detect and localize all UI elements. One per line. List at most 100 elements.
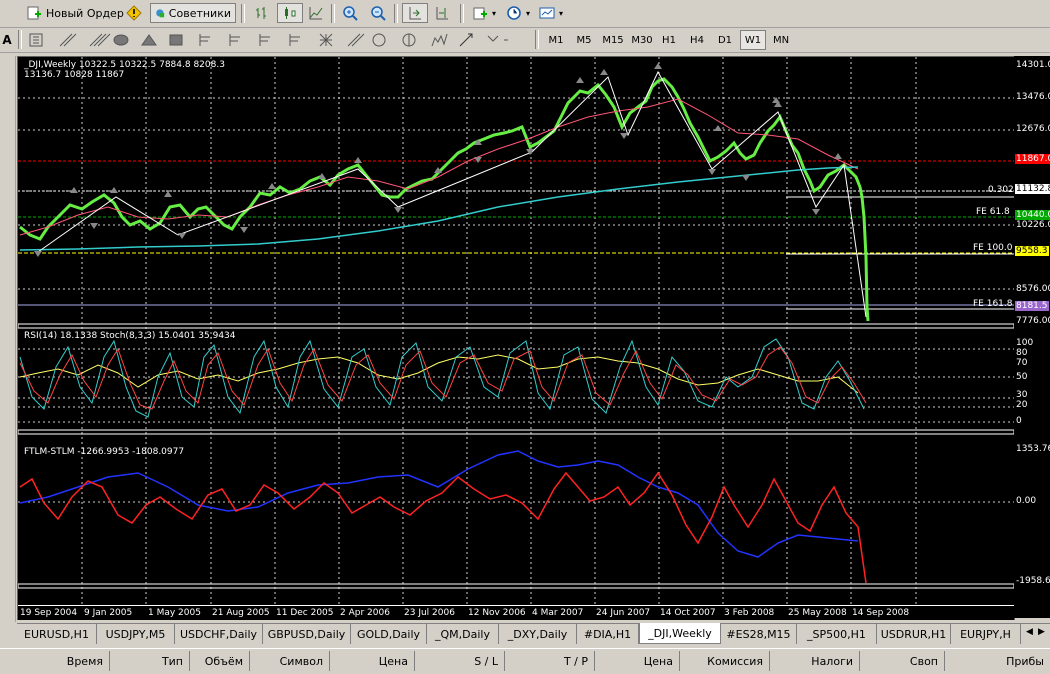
toolbar-separator — [331, 4, 335, 23]
col-taxes[interactable]: Налоги — [770, 651, 860, 671]
timeframe-m30[interactable]: M30 — [628, 30, 656, 50]
zoom-in-button[interactable] — [338, 3, 362, 23]
date-label: 21 Aug 2005 — [212, 608, 270, 618]
price-label: 7776.00 — [1016, 316, 1050, 326]
col-type[interactable]: Тип — [110, 651, 190, 671]
date-label: 14 Oct 2007 — [660, 608, 716, 618]
ftlm-header: FTLM-STLM -1266.9953 -1808.0977 — [24, 447, 185, 457]
fractal-markers — [34, 63, 842, 257]
line-chart-button[interactable] — [304, 3, 328, 23]
toolbar-separator — [394, 4, 398, 23]
autoscroll-button[interactable] — [402, 3, 428, 23]
tab-gbpusd-daily[interactable]: GBPUSD,Daily — [263, 624, 351, 644]
candles-icon — [285, 7, 296, 19]
tab-gold-daily[interactable]: GOLD,Daily — [351, 624, 427, 644]
timeframe-m15[interactable]: M15 — [599, 30, 627, 50]
col-tp[interactable]: T / P — [505, 651, 595, 671]
price-label: 10226.00 — [1016, 220, 1050, 230]
date-label: 3 Feb 2008 — [724, 608, 775, 618]
timeframe-w1[interactable]: W1 — [740, 30, 766, 50]
alert-icon — [126, 5, 142, 21]
fib-label-fe1618: FE 161.8 — [973, 299, 1013, 309]
indicators-icon — [473, 7, 487, 20]
timeframe-h1[interactable]: H1 — [656, 30, 682, 50]
tab-usdjpy-m5[interactable]: USDJPY,M5 — [97, 624, 175, 644]
new-order-button[interactable]: Новый Ордер — [22, 3, 128, 23]
panel-separator-2 — [18, 429, 1014, 435]
rsi-stoch-header: RSI(14) 18.1338 Stoch(8,3,3) 15.0401 35.… — [24, 331, 236, 341]
new-order-label: Новый Ордер — [46, 6, 124, 20]
timeframe-m5[interactable]: M5 — [571, 30, 597, 50]
col-profit[interactable]: Прибы — [945, 651, 1050, 671]
toolbar-separator — [18, 30, 22, 49]
tab-dji-weekly[interactable]: _DJI,Weekly — [639, 623, 721, 644]
col-symbol[interactable]: Символ — [250, 651, 330, 671]
tab-dia-h1[interactable]: #DIA,H1 — [577, 624, 639, 644]
templates-button[interactable]: ▾ — [535, 3, 567, 23]
date-label: 12 Nov 2006 — [468, 608, 526, 618]
tab-scroll-right-icon[interactable]: ▶ — [1038, 627, 1045, 637]
toolbar-separator — [460, 4, 464, 23]
tab-usdrur-h1[interactable]: USDRUR,H1 — [877, 624, 951, 644]
col-commission[interactable]: Комиссия — [680, 651, 770, 671]
price-label: 12676.00 — [1016, 124, 1050, 134]
tab-qm-daily[interactable]: _QM,Daily — [427, 624, 499, 644]
bar-chart-icon — [256, 7, 266, 19]
main-toolbar: Новый Ордер Советники ▾ ▾ ▾ — [0, 0, 1050, 28]
zoom-out-button[interactable] — [366, 3, 390, 23]
indicators-button[interactable]: ▾ — [468, 3, 500, 23]
timeframe-m1[interactable]: M1 — [543, 30, 569, 50]
chart-header: _DJI,Weekly 10322.5 10322.5 7884.8 8208.… — [24, 60, 225, 70]
text-tool-button[interactable]: A — [0, 30, 14, 50]
timeframe-h4[interactable]: H4 — [684, 30, 710, 50]
col-price-2[interactable]: Цена — [595, 651, 680, 671]
rsi-level: 80 — [1016, 348, 1028, 358]
col-swap[interactable]: Своп — [860, 651, 945, 671]
price-tag-white: 11132.8 — [1015, 184, 1050, 194]
bar-chart-button[interactable] — [250, 3, 274, 23]
col-sl[interactable]: S / L — [415, 651, 505, 671]
price-tag-green: 10440.0 — [1015, 210, 1050, 220]
tab-es28-m15[interactable]: #ES28,M15 — [721, 624, 797, 644]
fib-label-fe618: FE 61.8 — [976, 207, 1010, 217]
col-volume[interactable]: Объём — [190, 651, 250, 671]
zoom-in-icon — [343, 6, 358, 21]
autoscroll-icon — [409, 7, 421, 20]
tab-sp500-h1[interactable]: _SP500,H1 — [797, 624, 877, 644]
price-tag-yellow: 9558.3 — [1015, 246, 1049, 256]
tab-usdchf-daily[interactable]: USDCHF,Daily — [175, 624, 263, 644]
tab-eurjpy-h[interactable]: EURJPY,H — [951, 624, 1021, 644]
periods-button[interactable]: ▾ — [502, 3, 534, 23]
price-series — [19, 77, 870, 322]
alert-button[interactable] — [122, 3, 146, 23]
price-scale: 14301.00 13476.00 12676.00 11867.0 11132… — [1014, 56, 1050, 618]
price-label: 13476.00 — [1016, 92, 1050, 102]
rsi-level: 70 — [1016, 358, 1028, 368]
date-axis: 19 Sep 2004 9 Jan 2005 1 May 2005 21 Aug… — [18, 605, 1014, 620]
stoch-main — [19, 338, 865, 418]
line-chart-icon — [309, 7, 323, 20]
ftlm-level: 1353.76 — [1016, 444, 1050, 454]
tab-dxy-daily[interactable]: _DXY,Daily — [499, 624, 577, 644]
date-label: 2 Apr 2006 — [340, 608, 390, 618]
tab-eurusd-h1[interactable]: EURUSD,H1 — [17, 624, 97, 644]
template-icon — [539, 7, 555, 19]
col-price[interactable]: Цена — [330, 651, 415, 671]
timeframe-d1[interactable]: D1 — [712, 30, 738, 50]
drawing-tools-icons[interactable] — [28, 32, 528, 50]
tab-scroll-left-icon[interactable]: ◀ — [1026, 627, 1033, 637]
clock-icon — [507, 6, 521, 20]
terminal-header: Время Тип Объём Символ Цена S / L T / P … — [0, 648, 1050, 674]
chart-window[interactable]: _DJI,Weekly 10322.5 10322.5 7884.8 8208.… — [17, 56, 1015, 620]
col-time[interactable]: Время — [0, 651, 110, 671]
rsi-level: 50 — [1016, 372, 1028, 382]
timeframe-mn[interactable]: MN — [768, 30, 794, 50]
experts-button[interactable]: Советники — [150, 3, 236, 23]
date-label: 24 Jun 2007 — [596, 608, 651, 618]
chart-shift-button[interactable] — [430, 3, 454, 23]
toolbar-separator — [535, 30, 539, 49]
candles-button[interactable] — [277, 3, 303, 23]
panel-separator-1 — [18, 323, 1014, 329]
date-label: 1 May 2005 — [148, 608, 201, 618]
rsi-level: 100 — [1016, 338, 1034, 348]
